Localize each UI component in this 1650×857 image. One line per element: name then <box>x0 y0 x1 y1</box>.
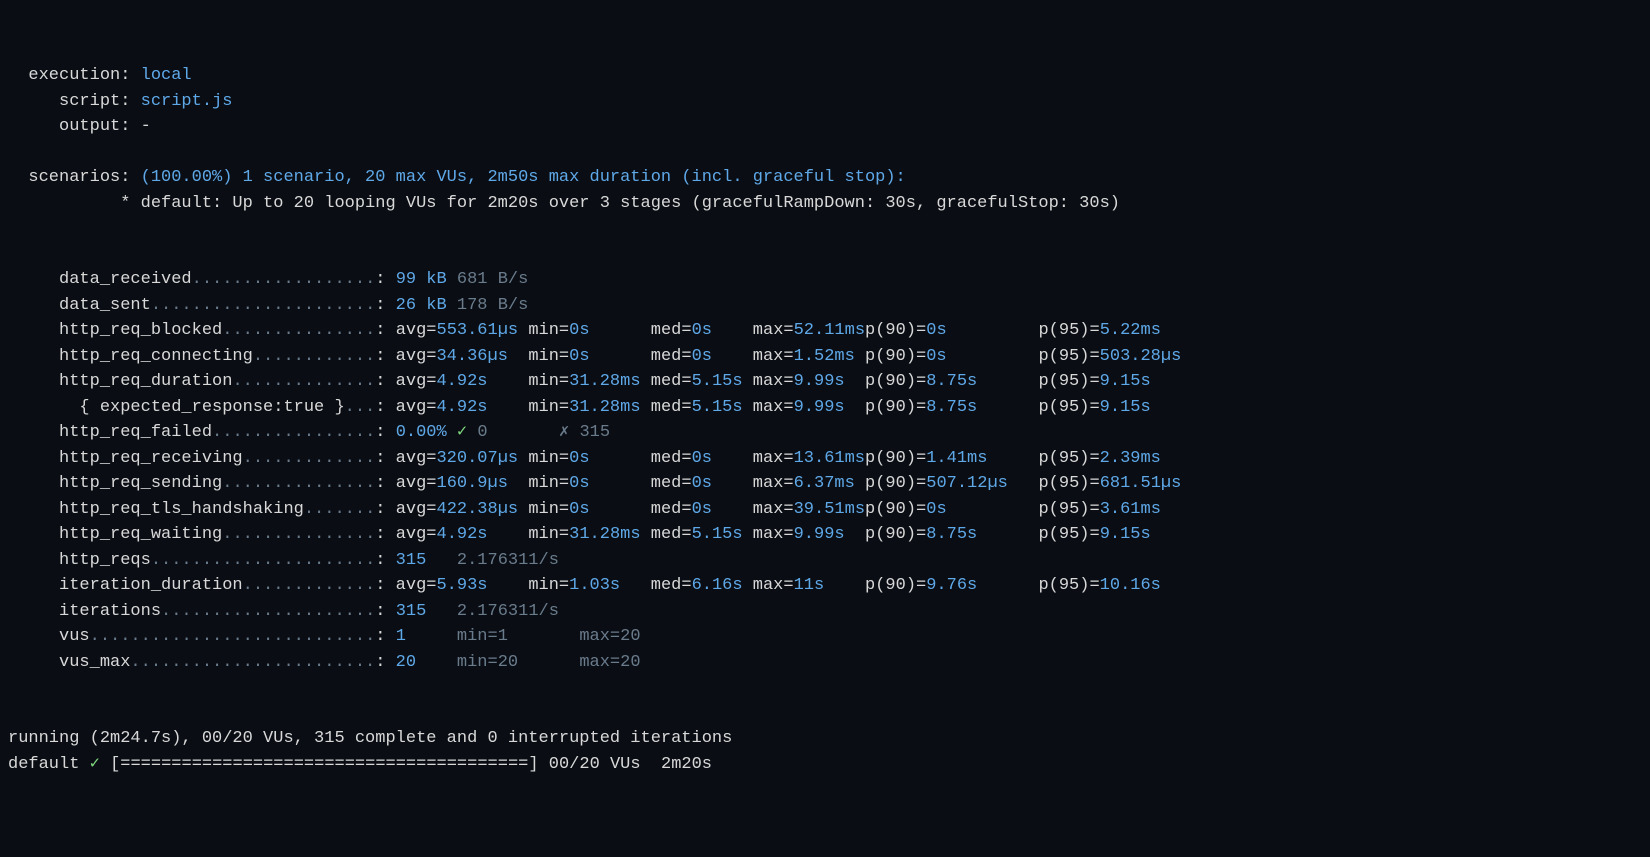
progress-line: default ✓ [=============================… <box>8 755 712 774</box>
execution-label: execution: <box>8 66 130 85</box>
metric-row: http_req_duration..............: avg=4.9… <box>8 372 1151 391</box>
scenarios-value: (100.00%) 1 scenario, 20 max VUs, 2m50s … <box>141 168 906 187</box>
output-label: output: <box>8 117 130 136</box>
metric-row: http_req_blocked...............: avg=553… <box>8 321 1161 340</box>
metric-vus-max: vus_max........................: 20 min=… <box>8 653 641 672</box>
metric-data-received: data_received..................: 99 kB 6… <box>8 270 528 289</box>
metric-row: http_req_receiving.............: avg=320… <box>8 449 1161 468</box>
metric-http-req-failed: http_req_failed................: 0.00% ✓… <box>8 423 610 442</box>
metric-iterations: iterations.....................: 315 2.1… <box>8 602 559 621</box>
metric-row: http_req_sending...............: avg=160… <box>8 474 1181 493</box>
metric-row: http_req_tls_handshaking.......: avg=422… <box>8 500 1161 519</box>
metric-vus: vus............................: 1 min=1… <box>8 627 641 646</box>
check-icon: ✓ <box>457 423 467 442</box>
metric-http-reqs: http_reqs......................: 315 2.1… <box>8 551 559 570</box>
metric-data-sent: data_sent......................: 26 kB 1… <box>8 296 528 315</box>
output-value: - <box>141 117 151 136</box>
script-value: script.js <box>141 92 233 111</box>
scenarios-label: scenarios: <box>8 168 130 187</box>
running-status: running (2m24.7s), 00/20 VUs, 315 comple… <box>8 729 732 748</box>
fail-icon: ✗ <box>559 423 569 442</box>
terminal-output: execution: local script: script.js outpu… <box>8 63 1642 777</box>
metric-row: http_req_waiting...............: avg=4.9… <box>8 525 1151 544</box>
execution-value: local <box>141 66 192 85</box>
metric-row: { expected_response:true }...: avg=4.92s… <box>8 398 1151 417</box>
progress-bar: [=======================================… <box>110 755 538 774</box>
metric-row: http_req_connecting............: avg=34.… <box>8 347 1181 366</box>
check-icon: ✓ <box>90 755 100 774</box>
scenarios-detail: * default: Up to 20 looping VUs for 2m20… <box>8 194 1120 213</box>
script-label: script: <box>8 92 130 111</box>
metric-row: iteration_duration.............: avg=5.9… <box>8 576 1161 595</box>
